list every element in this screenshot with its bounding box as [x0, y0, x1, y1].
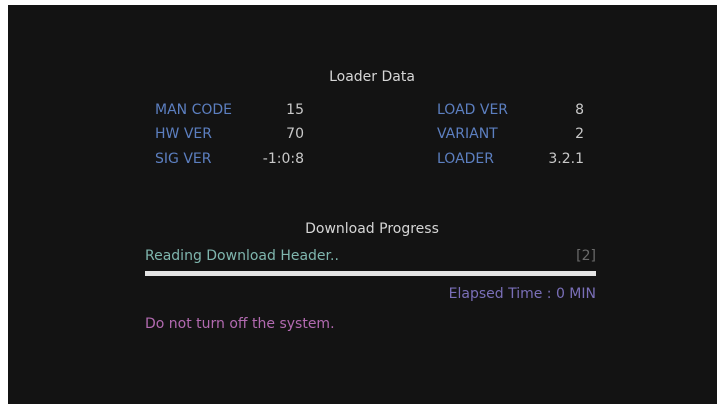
- loader-data-title: Loader Data: [329, 69, 415, 85]
- elapsed-time: Elapsed Time : 0 MIN: [448, 286, 596, 302]
- power-warning: Do not turn off the system.: [145, 316, 335, 332]
- man-code-label: MAN CODE: [155, 102, 232, 118]
- load-ver-value: 8: [575, 102, 584, 118]
- variant-label: VARIANT: [437, 126, 498, 142]
- sig-ver-value: -1:0:8: [262, 151, 304, 167]
- variant-value: 2: [575, 126, 584, 142]
- hw-ver-value: 70: [286, 126, 304, 142]
- progress-bar: [145, 271, 596, 276]
- man-code-value: 15: [286, 102, 304, 118]
- loader-label: LOADER: [437, 151, 495, 167]
- progress-bar-fill: [145, 271, 596, 276]
- hw-ver-label: HW VER: [155, 126, 212, 142]
- loader-value: 3.2.1: [548, 151, 584, 167]
- sig-ver-label: SIG VER: [155, 151, 212, 167]
- download-count: [2]: [576, 248, 596, 264]
- loader-screen: Loader Data MAN CODE 15 HW VER 70 SIG VE…: [8, 5, 717, 404]
- load-ver-label: LOAD VER: [437, 102, 509, 118]
- download-status: Reading Download Header..: [145, 248, 339, 264]
- download-progress-title: Download Progress: [305, 221, 439, 237]
